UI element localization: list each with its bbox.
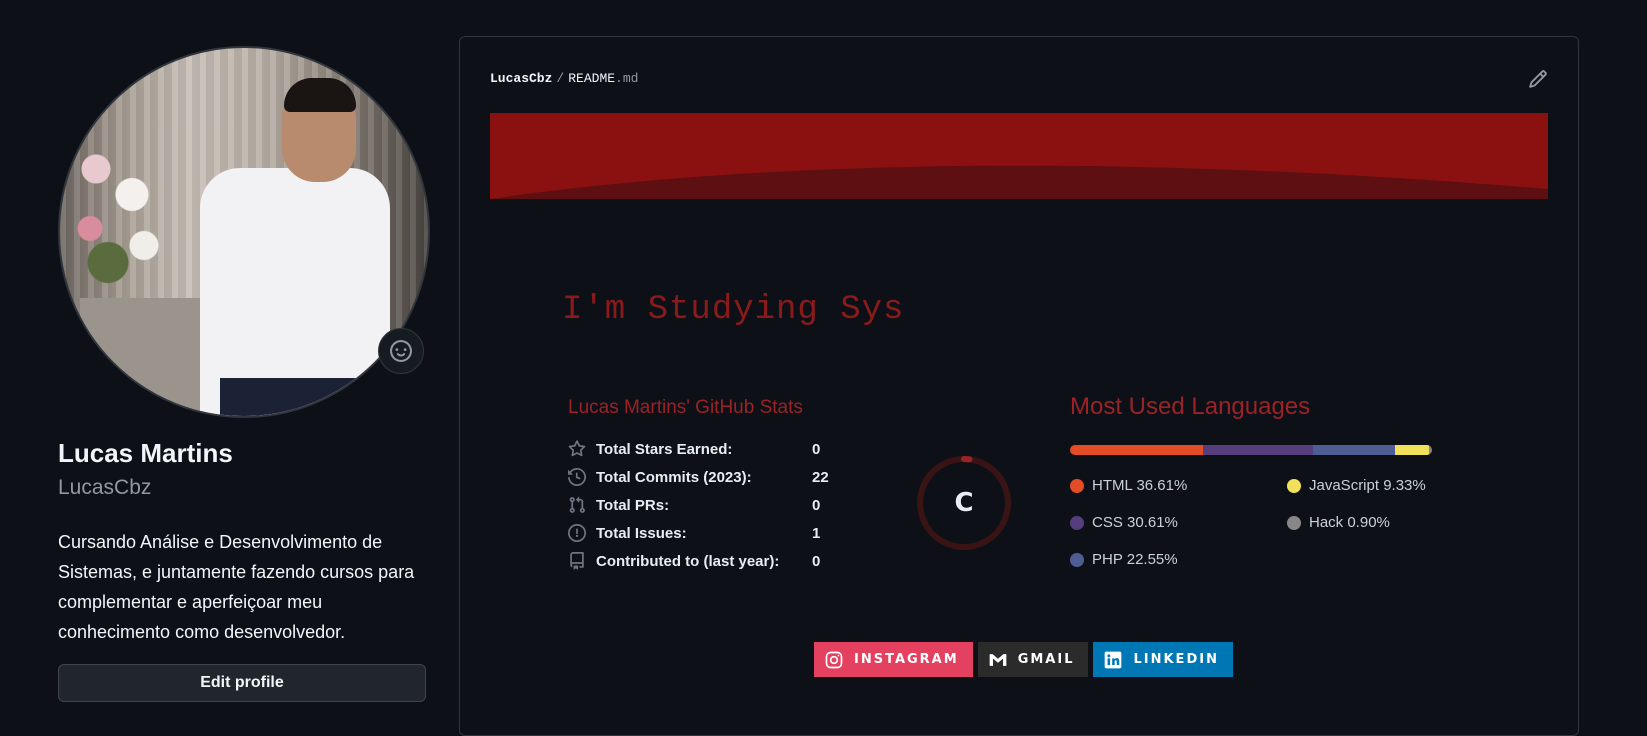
readme-breadcrumb: LucasCbz / README.md [490, 71, 638, 86]
stat-label: Total PRs: [596, 496, 670, 514]
readme-file-name[interactable]: README [568, 71, 615, 86]
gmail-label: GMAIL [1017, 652, 1075, 667]
stat-value: 0 [812, 496, 821, 514]
pull-request-icon [568, 496, 586, 514]
languages-title: Most Used Languages [1070, 393, 1311, 420]
stat-value: 22 [812, 468, 829, 486]
star-icon [568, 440, 586, 458]
linkedin-badge[interactable]: LINKEDIN [1093, 642, 1233, 677]
smiley-icon [390, 340, 412, 362]
avatar-container [58, 46, 430, 418]
readme-owner-link[interactable]: LucasCbz [490, 71, 552, 86]
stat-row-contributed: Contributed to (last year): 0 [568, 547, 958, 575]
breadcrumb-separator: / [556, 71, 565, 86]
stat-row-commits: Total Commits (2023): 22 [568, 463, 958, 491]
language-php: PHP 22.55% [1070, 551, 1287, 568]
language-bar-segment-hack [1428, 445, 1432, 455]
pencil-icon [1529, 70, 1547, 88]
language-label: HTML 36.61% [1092, 477, 1188, 494]
profile-bio: Cursando Análise e Desenvolvimento de Si… [58, 532, 415, 642]
gmail-badge[interactable]: GMAIL [977, 642, 1089, 677]
language-bar-segment-javascript [1394, 445, 1429, 455]
readme-card: LucasCbz / README.md I'm Studying Sys Luca… [459, 36, 1579, 736]
stat-label: Contributed to (last year): [596, 552, 780, 570]
language-css: CSS 30.61% [1070, 514, 1287, 531]
language-dot [1070, 478, 1084, 493]
avatar-photo-pants [220, 378, 390, 416]
stat-row-stars: Total Stars Earned: 0 [568, 435, 958, 463]
language-html: HTML 36.61% [1070, 477, 1287, 494]
languages-legend: HTML 36.61% JavaScript 9.33% CSS 30.61% … [1070, 477, 1440, 568]
social-badges: INSTAGRAM GMAIL LINKEDIN [814, 642, 1233, 677]
linkedin-icon [1105, 651, 1122, 668]
gmail-icon [989, 653, 1007, 666]
avatar-photo-hair [284, 78, 356, 112]
instagram-badge[interactable]: INSTAGRAM [814, 642, 973, 677]
language-dot [1287, 478, 1301, 493]
github-stats-card: Lucas Martins' GitHub Stats Total Stars … [568, 397, 958, 597]
instagram-label: INSTAGRAM [854, 652, 959, 667]
stat-label: Total Stars Earned: [596, 440, 733, 458]
stat-label: Total Commits (2023): [596, 468, 752, 486]
language-bar-segment-css [1202, 445, 1314, 455]
language-label: CSS 30.61% [1092, 514, 1178, 531]
typing-text: I'm Studying Sys [562, 291, 905, 329]
issue-icon [568, 524, 586, 542]
history-icon [568, 468, 586, 486]
set-status-button[interactable] [378, 328, 424, 374]
language-label: Hack 0.90% [1309, 514, 1390, 531]
language-dot [1070, 515, 1084, 530]
readme-file-ext: .md [615, 71, 639, 86]
stat-value: 0 [812, 552, 821, 570]
languages-bar [1070, 445, 1432, 455]
language-label: PHP 22.55% [1092, 551, 1178, 568]
languages-card: Most Used Languages HTML 36.61% JavaScri… [1070, 393, 1440, 613]
edit-profile-button[interactable]: Edit profile [58, 664, 426, 702]
instagram-icon [825, 651, 843, 668]
stat-row-issues: Total Issues: 1 [568, 519, 958, 547]
language-dot [1287, 515, 1301, 530]
stat-label: Total Issues: [596, 524, 687, 542]
stat-value: 1 [812, 524, 821, 542]
language-bar-segment-html [1070, 445, 1203, 455]
avatar-photo-flowers [60, 118, 180, 288]
edit-readme-button[interactable] [1528, 69, 1548, 89]
profile-login: LucasCbz [58, 476, 152, 499]
stat-row-prs: Total PRs: 0 [568, 491, 958, 519]
rank-badge: C [914, 453, 1014, 553]
language-javascript: JavaScript 9.33% [1287, 477, 1437, 494]
avatar[interactable] [58, 46, 430, 418]
language-bar-segment-php [1313, 445, 1395, 455]
stat-value: 0 [812, 440, 821, 458]
repo-icon [568, 552, 586, 570]
language-label: JavaScript 9.33% [1309, 477, 1426, 494]
readme-banner [490, 113, 1548, 199]
stats-title: Lucas Martins' GitHub Stats [568, 397, 803, 418]
linkedin-label: LINKEDIN [1133, 652, 1219, 667]
language-hack: Hack 0.90% [1287, 514, 1437, 531]
language-dot [1070, 552, 1084, 567]
profile-name: Lucas Martins [58, 438, 233, 468]
rank-letter: C [954, 488, 974, 518]
